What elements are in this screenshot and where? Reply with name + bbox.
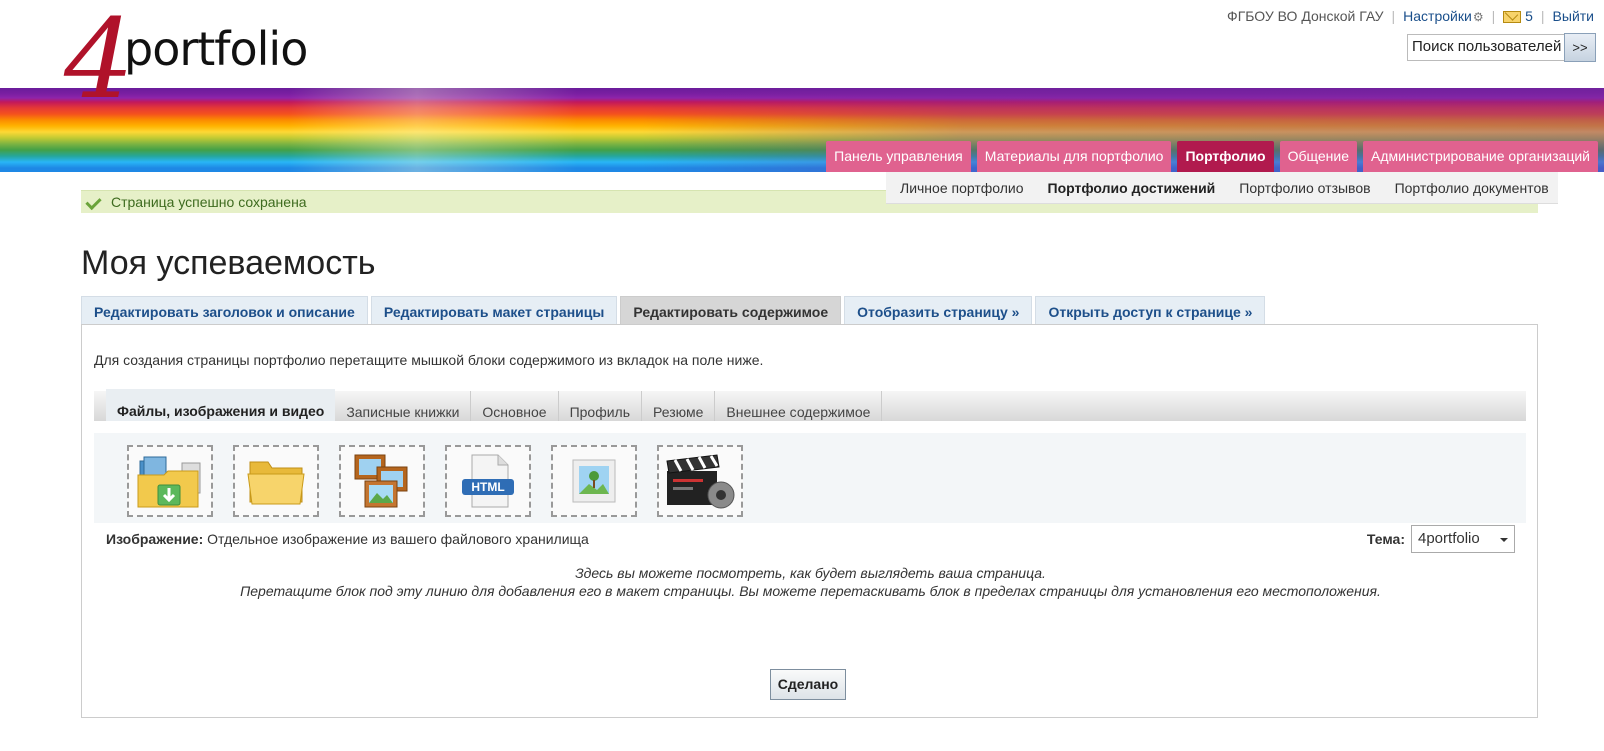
block-video[interactable] (657, 445, 743, 517)
edit-content-panel: Для создания страницы портфолио перетащи… (81, 324, 1538, 718)
instructions-text: Для создания страницы портфолио перетащи… (94, 352, 764, 368)
main-nav-dashboard[interactable]: Панель управления (826, 141, 971, 172)
block-description-text: Отдельное изображение из вашего файловог… (207, 531, 589, 547)
folder-icon (247, 461, 305, 505)
block-tab-resume[interactable]: Резюме (642, 391, 716, 421)
block-description-label: Изображение: (106, 531, 204, 547)
messages-link[interactable]: 5 (1503, 8, 1533, 24)
video-clapperboard-icon (666, 454, 735, 509)
sub-nav-documents[interactable]: Портфолио документов (1395, 180, 1549, 196)
page-title: Моя успеваемость (81, 244, 376, 282)
file-download-icon (137, 456, 201, 508)
tab-edit-content[interactable]: Редактировать содержимое (620, 296, 842, 325)
tab-share-page[interactable]: Открыть доступ к странице » (1035, 296, 1266, 325)
check-icon (87, 195, 105, 209)
theme-selector: Тема: 4portfolio (1367, 525, 1515, 553)
block-palette: HTML (94, 433, 1526, 523)
block-tab-profile[interactable]: Профиль (559, 391, 643, 421)
main-navigation: Панель управления Материалы для портфоли… (826, 141, 1598, 172)
html-file-icon: HTML (462, 454, 514, 508)
separator: | (1540, 8, 1545, 24)
search-submit-button[interactable]: >> (1564, 33, 1596, 62)
gear-icon: ⚙ (1472, 10, 1484, 24)
theme-select[interactable]: 4portfolio (1411, 525, 1515, 553)
sub-nav-reviews[interactable]: Портфолио отзывов (1239, 180, 1370, 196)
block-image[interactable] (551, 445, 637, 517)
drop-hint-line2: Перетащите блок под эту линию для добавл… (240, 583, 1381, 599)
tab-display-page[interactable]: Отобразить страницу » (844, 296, 1033, 325)
block-image-gallery[interactable] (339, 445, 425, 517)
settings-label: Настройки (1403, 8, 1472, 24)
main-nav-communication[interactable]: Общение (1279, 141, 1358, 172)
sub-nav-achievements[interactable]: Портфолио достижений (1048, 180, 1216, 196)
sub-nav-personal[interactable]: Личное портфолио (900, 180, 1024, 196)
block-tab-general[interactable]: Основное (471, 391, 559, 421)
settings-link[interactable]: Настройки⚙ (1403, 8, 1483, 24)
done-button[interactable]: Сделано (770, 669, 846, 700)
site-header: 4 portfolio ФГБОУ ВО Донской ГАУ | Настр… (0, 0, 1604, 172)
block-tab-notebooks[interactable]: Записные книжки (335, 391, 472, 421)
sub-navigation: Личное портфолио Портфолио достижений По… (886, 172, 1558, 204)
user-search-input[interactable]: Поиск пользователей (1407, 34, 1567, 61)
svg-text:HTML: HTML (471, 480, 504, 494)
site-logo[interactable]: 4 portfolio (64, 4, 324, 130)
block-description: Изображение: Отдельное изображение из ва… (106, 531, 589, 547)
main-nav-materials[interactable]: Материалы для портфолио (976, 141, 1172, 172)
tab-edit-title[interactable]: Редактировать заголовок и описание (81, 296, 368, 325)
drop-hint-line1: Здесь вы можете посмотреть, как будет вы… (575, 565, 1046, 581)
block-category-tabs: Файлы, изображения и видео Записные книж… (94, 389, 1526, 421)
main-nav-org-admin[interactable]: Администрирование организаций (1363, 141, 1598, 172)
user-toolbar: ФГБОУ ВО Донской ГАУ | Настройки⚙ | 5 | … (1227, 8, 1594, 24)
block-html[interactable]: HTML (445, 445, 531, 517)
logo-text: portfolio (124, 22, 308, 76)
messages-count: 5 (1525, 8, 1533, 24)
success-text: Страница успешно сохранена (111, 194, 307, 210)
edit-tabs: Редактировать заголовок и описание Редак… (81, 296, 1266, 325)
mail-icon (1503, 11, 1522, 24)
block-tab-external[interactable]: Внешнее содержимое (715, 391, 883, 421)
tab-edit-layout[interactable]: Редактировать макет страницы (370, 296, 618, 325)
main-nav-portfolio[interactable]: Портфолио (1177, 141, 1274, 172)
block-folder[interactable] (233, 445, 319, 517)
image-gallery-icon (354, 454, 408, 508)
separator: | (1391, 8, 1396, 24)
image-icon (572, 459, 616, 503)
block-file-download[interactable] (127, 445, 213, 517)
theme-label: Тема: (1366, 531, 1405, 547)
separator: | (1491, 8, 1496, 24)
block-tab-files[interactable]: Файлы, изображения и видео (106, 389, 336, 421)
logout-link[interactable]: Выйти (1553, 8, 1594, 24)
organization-name: ФГБОУ ВО Донской ГАУ (1227, 8, 1384, 24)
